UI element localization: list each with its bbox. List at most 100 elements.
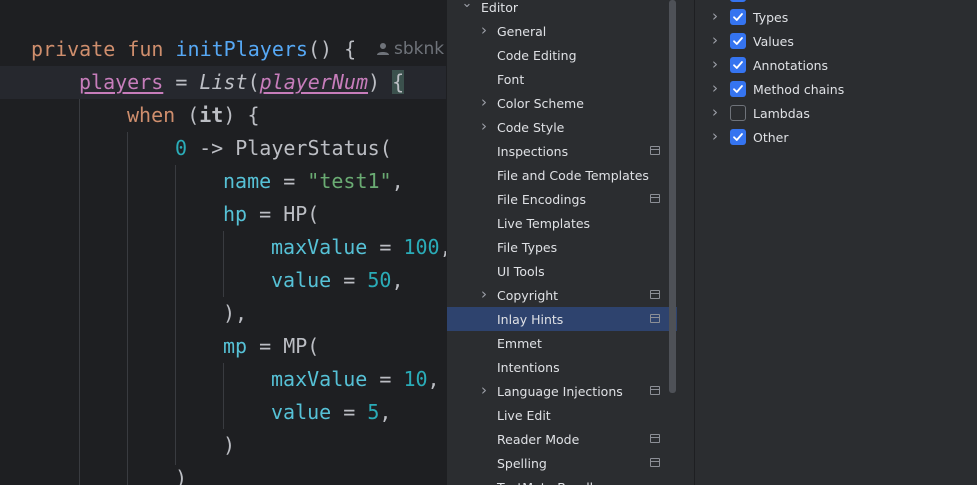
- project-scope-icon: [650, 314, 660, 323]
- code-punct: =: [331, 268, 368, 292]
- tree-item-inlay-hints[interactable]: Inlay Hints: [447, 307, 677, 331]
- tree-item-label: Editor: [481, 0, 518, 15]
- option-label: Annotations: [753, 57, 829, 73]
- tree-item-inspections[interactable]: Inspections: [447, 139, 677, 163]
- tree-item-code-editing[interactable]: Code Editing: [447, 43, 677, 67]
- chevron-right-icon[interactable]: ›: [478, 285, 490, 303]
- tree-item-font[interactable]: Font: [447, 67, 677, 91]
- chevron-down-icon[interactable]: ⌄: [461, 0, 473, 11]
- indent-guide: [223, 231, 224, 297]
- tree-item-file-encodings[interactable]: File Encodings: [447, 187, 677, 211]
- named-argument: value: [271, 400, 332, 424]
- tree-item-language-injections[interactable]: › Language Injections: [447, 379, 677, 403]
- tree-item-label: Color Scheme: [497, 95, 584, 111]
- code-text: = MP(: [247, 334, 320, 358]
- tree-item-ui-tools[interactable]: UI Tools: [447, 259, 677, 283]
- named-argument: hp: [223, 202, 248, 226]
- tree-item-spelling[interactable]: Spelling: [447, 451, 677, 475]
- checkbox-other[interactable]: [730, 129, 746, 145]
- named-argument: mp: [223, 334, 248, 358]
- chevron-right-icon[interactable]: ›: [709, 31, 721, 49]
- code-line-11[interactable]: maxValue = 10,: [271, 363, 440, 396]
- code-line-2[interactable]: players = List(playerNum) {: [79, 66, 405, 99]
- tree-item-general[interactable]: › General: [447, 19, 677, 43]
- code-line-9[interactable]: ),: [223, 297, 247, 330]
- tree-item-live-templates[interactable]: Live Templates: [447, 211, 677, 235]
- code-line-8[interactable]: value = 50,: [271, 264, 403, 297]
- indent-guide: [175, 165, 176, 465]
- checkbox-annotations[interactable]: [730, 57, 746, 73]
- tree-item-color-scheme[interactable]: › Color Scheme: [447, 91, 677, 115]
- checkbox-method-chains[interactable]: [730, 81, 746, 97]
- keyword: private: [31, 37, 116, 61]
- code-punct: =: [331, 400, 368, 424]
- tree-item-file-and-code-templates[interactable]: File and Code Templates: [447, 163, 677, 187]
- code-punct: () {: [307, 37, 357, 61]
- tree-item-emmet[interactable]: Emmet: [447, 331, 677, 355]
- code-line-13[interactable]: ): [223, 429, 235, 462]
- tree-item-copyright[interactable]: › Copyright: [447, 283, 677, 307]
- property-name: players: [79, 70, 164, 94]
- code-line-10[interactable]: mp = MP(: [223, 330, 319, 363]
- code-punct: ),: [223, 301, 248, 325]
- chevron-right-icon[interactable]: ›: [478, 381, 490, 399]
- author-name: sbknk: [394, 39, 445, 59]
- code-line-7[interactable]: maxValue = 100,: [271, 231, 446, 264]
- tree-item-label: Code Editing: [497, 47, 577, 63]
- chevron-right-icon[interactable]: ›: [709, 55, 721, 73]
- option-other: › Other: [695, 125, 977, 149]
- option-method-chains: › Method chains: [695, 77, 977, 101]
- settings-tree[interactable]: ⌄ Editor › General Code Editing Font › Color Sc…: [446, 0, 694, 485]
- indent-guide: [79, 99, 80, 485]
- tree-item-label: TextMate Bundles: [497, 480, 607, 485]
- option-label: Types: [753, 9, 789, 25]
- code-line-6[interactable]: hp = HP(: [223, 198, 319, 231]
- tree-item-label: Code Style: [497, 119, 565, 135]
- code-line-1[interactable]: private fun initPlayers() {: [31, 33, 356, 66]
- chevron-right-icon[interactable]: ›: [478, 93, 490, 111]
- tree-item-live-edit[interactable]: Live Edit: [447, 403, 677, 427]
- indent-guide: [223, 363, 224, 429]
- chevron-right-icon[interactable]: ›: [709, 127, 721, 145]
- code-punct: =: [367, 235, 404, 259]
- tree-item-label: Spelling: [497, 455, 547, 471]
- code-punct: ) {: [223, 103, 260, 127]
- code-punct: ,: [427, 367, 440, 391]
- tree-item-textmate-bundles[interactable]: TextMate Bundles: [447, 475, 677, 485]
- tree-item-file-types[interactable]: File Types: [447, 235, 677, 259]
- code-punct: ): [223, 433, 236, 457]
- code-punct: (: [247, 70, 260, 94]
- chevron-right-icon[interactable]: ›: [709, 103, 721, 121]
- code-line-14[interactable]: ): [175, 462, 187, 485]
- chevron-right-icon[interactable]: ›: [478, 21, 490, 39]
- matched-brace: {: [392, 70, 405, 94]
- code-editor[interactable]: private fun initPlayers() { sbknk player…: [0, 0, 446, 485]
- code-line-5[interactable]: name = "test1",: [223, 165, 404, 198]
- tree-scrollbar[interactable]: [669, 0, 676, 393]
- code-punct: ): [175, 466, 188, 485]
- number-literal: 50: [367, 268, 392, 292]
- code-line-4[interactable]: 0 -> PlayerStatus(: [175, 132, 392, 165]
- tree-item-label: Copyright: [497, 287, 559, 303]
- checkbox-lambdas[interactable]: [730, 105, 746, 121]
- code-author-hint[interactable]: sbknk: [376, 38, 444, 60]
- code-line-12[interactable]: value = 5,: [271, 396, 391, 429]
- number-literal: 100: [403, 235, 440, 259]
- code-punct: =: [163, 70, 200, 94]
- tree-item-code-style[interactable]: › Code Style: [447, 115, 677, 139]
- tree-item-intentions[interactable]: Intentions: [447, 355, 677, 379]
- tree-item-reader-mode[interactable]: Reader Mode: [447, 427, 677, 451]
- checkbox-types[interactable]: [730, 9, 746, 25]
- option-annotations: › Annotations: [695, 53, 977, 77]
- chevron-right-icon[interactable]: ›: [709, 7, 721, 25]
- code-punct: ,: [379, 400, 392, 424]
- checkbox-values[interactable]: [730, 33, 746, 49]
- option-lambdas: › Lambdas: [695, 101, 977, 125]
- project-scope-icon: [650, 146, 660, 155]
- project-scope-icon: [650, 290, 660, 299]
- chevron-right-icon[interactable]: ›: [478, 117, 490, 135]
- tree-item-editor[interactable]: ⌄ Editor: [447, 0, 677, 19]
- code-line-3[interactable]: when (it) {: [127, 99, 259, 132]
- chevron-right-icon[interactable]: ›: [709, 79, 721, 97]
- checkbox-partial[interactable]: [730, 0, 746, 2]
